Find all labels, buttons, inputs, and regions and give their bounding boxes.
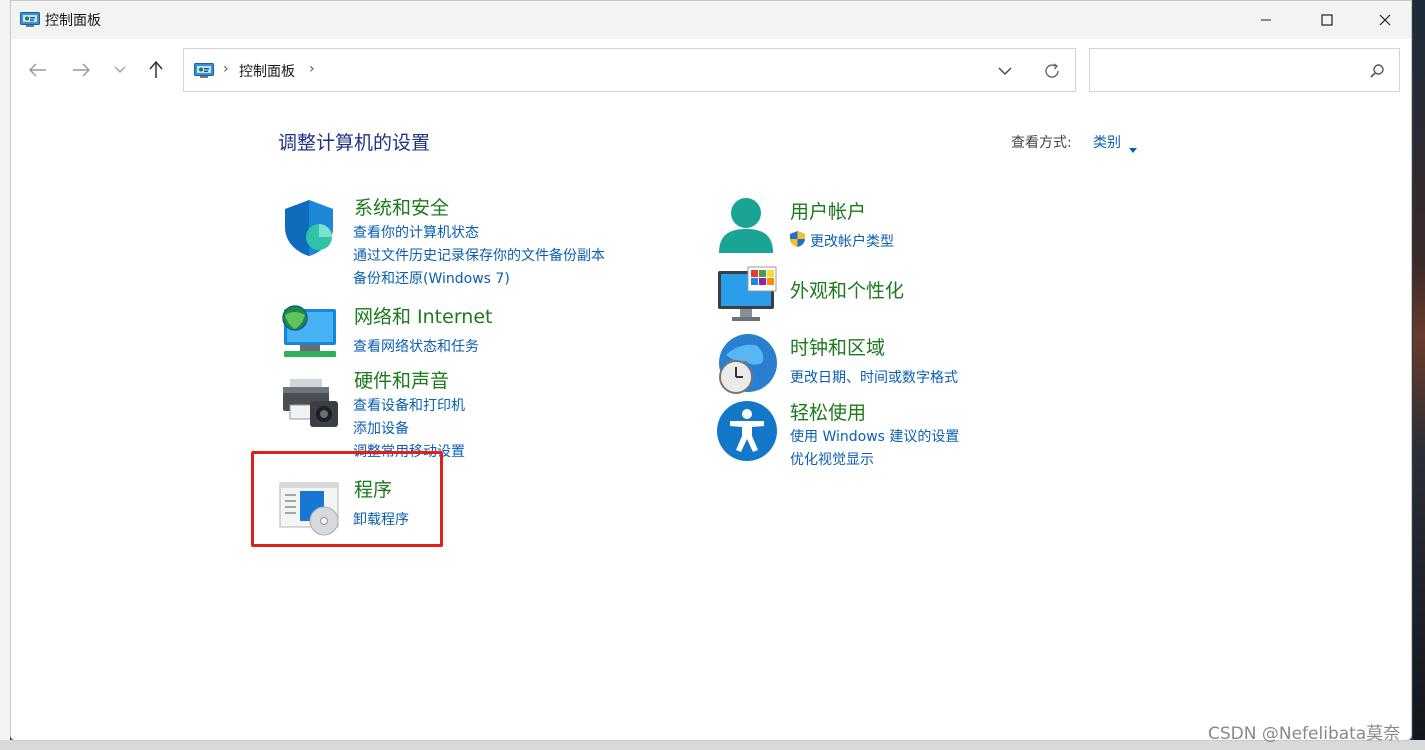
desktop-background-left	[0, 0, 10, 750]
search-input[interactable]	[1089, 48, 1400, 92]
title-bar: 控制面板	[11, 1, 1411, 39]
chevron-down-icon	[114, 66, 126, 73]
printer-icon[interactable]	[280, 373, 342, 435]
arrow-right-icon	[73, 63, 90, 77]
category-title-clock-region[interactable]: 时钟和区域	[790, 333, 885, 360]
link-network-status[interactable]: 查看网络状态和任务	[353, 336, 479, 356]
highlight-box	[251, 451, 443, 547]
breadcrumb-separator-icon[interactable]: ›	[309, 61, 315, 77]
minimize-button[interactable]	[1237, 1, 1295, 39]
category-title-user-accounts[interactable]: 用户帐户	[790, 197, 866, 224]
close-icon	[1379, 14, 1391, 26]
view-by-dropdown[interactable]: 类别	[1093, 132, 1121, 152]
forward-button[interactable]	[66, 55, 96, 85]
category-title-network[interactable]: 网络和 Internet	[354, 302, 492, 329]
arrow-up-icon	[149, 61, 163, 78]
page-title: 调整计算机的设置	[278, 132, 431, 154]
control-panel-window: 控制面板 › 控制面板 › 调整计算机的设置 查看方式: 类别 系统和安全 查看…	[10, 0, 1412, 741]
address-history-button[interactable]	[996, 63, 1014, 79]
link-windows-recommended-settings[interactable]: 使用 Windows 建议的设置	[790, 426, 959, 446]
view-by-label: 查看方式:	[1011, 135, 1072, 151]
link-view-computer-status[interactable]: 查看你的计算机状态	[353, 222, 479, 242]
search-icon	[1369, 63, 1385, 79]
refresh-button[interactable]	[1042, 61, 1062, 81]
accessibility-icon[interactable]	[716, 400, 778, 462]
desktop-background-right	[1413, 0, 1425, 750]
window-title: 控制面板	[45, 13, 101, 29]
close-button[interactable]	[1356, 1, 1414, 39]
link-file-history-backup[interactable]: 通过文件历史记录保存你的文件备份副本	[353, 245, 605, 265]
link-backup-restore[interactable]: 备份和还原(Windows 7)	[353, 268, 510, 288]
category-title-appearance[interactable]: 外观和个性化	[790, 276, 904, 303]
watermark-text: CSDN @Nefelibata莫奈	[1208, 724, 1401, 744]
link-add-device[interactable]: 添加设备	[353, 418, 409, 438]
control-panel-icon	[194, 63, 214, 78]
link-change-date-time-format[interactable]: 更改日期、时间或数字格式	[790, 367, 958, 387]
caret-down-icon[interactable]	[1129, 138, 1137, 153]
breadcrumb-separator-icon[interactable]: ›	[223, 61, 229, 77]
uac-shield-icon	[789, 230, 806, 248]
category-title-hardware[interactable]: 硬件和声音	[354, 366, 449, 393]
breadcrumb-control-panel[interactable]: 控制面板	[239, 61, 295, 81]
maximize-icon	[1321, 14, 1333, 26]
clock-globe-icon[interactable]	[716, 333, 778, 395]
recent-locations-button[interactable]	[105, 55, 135, 85]
category-title-ease-of-access[interactable]: 轻松使用	[790, 398, 866, 425]
category-title-system-security[interactable]: 系统和安全	[354, 193, 449, 220]
network-globe-icon[interactable]	[278, 301, 340, 363]
control-panel-icon	[20, 12, 40, 27]
chevron-down-icon	[998, 67, 1012, 75]
link-devices-printers[interactable]: 查看设备和打印机	[353, 395, 465, 415]
address-bar[interactable]: › 控制面板 ›	[183, 48, 1076, 92]
appearance-monitor-icon[interactable]	[716, 265, 778, 327]
back-button[interactable]	[23, 55, 53, 85]
link-change-account-type[interactable]: 更改帐户类型	[810, 231, 894, 251]
refresh-icon	[1045, 63, 1059, 78]
user-icon[interactable]	[715, 195, 777, 257]
link-optimize-visual-display[interactable]: 优化视觉显示	[790, 449, 874, 469]
arrow-left-icon	[29, 63, 46, 77]
up-button[interactable]	[141, 55, 171, 85]
minimize-icon	[1261, 19, 1271, 21]
shield-icon[interactable]	[278, 197, 340, 259]
maximize-button[interactable]	[1298, 1, 1356, 39]
